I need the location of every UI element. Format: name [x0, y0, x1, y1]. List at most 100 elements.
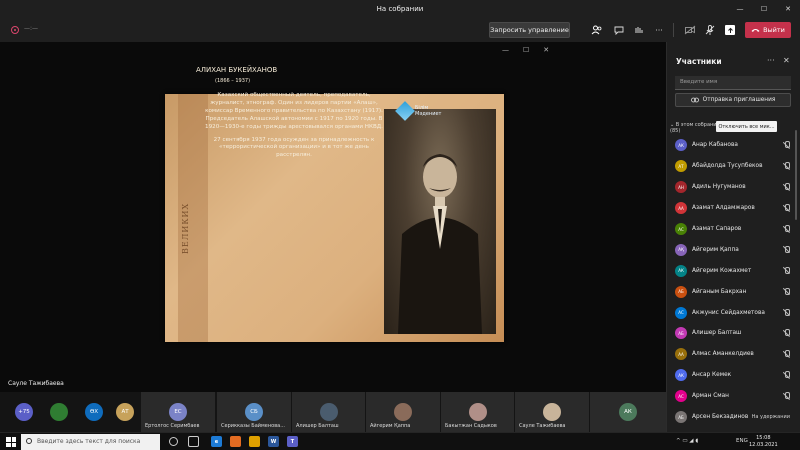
participant-name: Айганым Бакрхан — [692, 288, 747, 295]
stage-close-button[interactable]: ✕ — [543, 46, 549, 54]
participant-name: Акжунис Сейдахметова — [692, 309, 765, 316]
panel-more-icon[interactable]: ··· — [767, 56, 775, 65]
maximize-button[interactable]: ☐ — [752, 0, 776, 18]
gallery-tile[interactable]: ЕС Ертолгос Серимбаев — [141, 392, 215, 432]
participants-icon[interactable] — [590, 23, 604, 37]
task-view-icon[interactable] — [188, 436, 199, 447]
participant-name: Азамат Алдамжаров — [692, 205, 755, 212]
mic-off-icon — [782, 204, 790, 212]
meeting-timer: —:— — [24, 25, 39, 32]
taskbar-search-input[interactable]: Введите здесь текст для поиска — [21, 434, 160, 450]
mic-off-icon — [782, 329, 790, 337]
firefox-icon[interactable] — [230, 436, 241, 447]
link-icon — [690, 97, 699, 103]
gallery-tile[interactable]: АТ — [113, 392, 137, 432]
send-invite-button[interactable]: Отправка приглашения — [675, 93, 791, 107]
avatar: АБ — [675, 327, 687, 340]
edge-icon[interactable]: e — [211, 436, 222, 447]
avatar: АҚ — [675, 243, 687, 256]
avatar: АК — [675, 264, 687, 277]
close-window-button[interactable]: ✕ — [776, 0, 800, 18]
clock-date: 12.03.2021 — [749, 441, 778, 448]
participant-row[interactable]: АС Азамат Сапаров — [675, 219, 790, 240]
slide-years: (1866 – 1937) — [215, 78, 251, 84]
leave-button[interactable]: Выйти — [745, 22, 791, 38]
leave-button-label: Выйти — [763, 26, 785, 34]
windows-start-icon[interactable] — [6, 437, 16, 447]
mic-off-icon — [782, 350, 790, 358]
participant-row[interactable]: АА Азамат Алдамжаров — [675, 198, 790, 219]
more-actions-icon[interactable]: ··· — [652, 23, 666, 37]
minimize-button[interactable]: — — [728, 0, 752, 18]
participant-search-input[interactable]: Введите имя — [675, 76, 791, 90]
avatar: АБ — [675, 411, 687, 424]
gallery-tile[interactable]: Бакытжан Садыков — [441, 392, 514, 432]
participant-row[interactable]: АС Арман Сман — [675, 386, 790, 407]
tray-icons[interactable]: ^ ▭ ◢ ◖ — [676, 438, 698, 444]
panel-scrollbar[interactable] — [795, 130, 797, 220]
avatar: АТ — [675, 160, 687, 173]
reactions-icon[interactable] — [632, 23, 646, 37]
panel-close-icon[interactable]: ✕ — [783, 56, 790, 65]
mic-off-icon — [782, 162, 790, 170]
portrait-photo — [384, 109, 496, 334]
panel-title: Участники — [676, 57, 722, 66]
participant-row[interactable]: АТ Абайдолда Тусупбеков — [675, 156, 790, 177]
phone-hangup-icon — [751, 29, 760, 32]
participant-row[interactable]: АК Айгерим Кожахмет — [675, 260, 790, 281]
chat-icon[interactable] — [612, 23, 626, 37]
gallery-tile[interactable] — [44, 392, 74, 432]
gallery-name: Айгерим Қаппа — [370, 423, 411, 429]
word-icon[interactable]: W — [268, 436, 279, 447]
stage-minimize-button[interactable]: — — [502, 46, 509, 54]
participant-row[interactable]: АС Акжунис Сейдахметова — [675, 302, 790, 323]
gallery-tile[interactable]: +75 — [9, 392, 39, 432]
mic-off-icon — [782, 392, 790, 400]
participant-row[interactable]: АА Алмас Аманкелдиев — [675, 344, 790, 365]
avatar: АК — [675, 369, 687, 382]
participant-row[interactable]: АБ Айганым Бакрхан — [675, 281, 790, 302]
participant-name: Адиль Нугуманов — [692, 184, 746, 191]
in-meeting-section-header[interactable]: ⌄ В этом собрании (85) — [670, 122, 720, 134]
share-screen-icon[interactable] — [723, 23, 737, 37]
participant-row[interactable]: АҚ Айгерим Қаппа — [675, 239, 790, 260]
slide-title: АЛИХАН БУКЕЙХАНОВ — [196, 66, 278, 74]
participant-row[interactable]: АБ Алишер Балташ — [675, 323, 790, 344]
logo-mark-icon — [395, 101, 415, 121]
folder-icon[interactable] — [249, 436, 260, 447]
participant-row[interactable]: АК Анар Кабанова — [675, 135, 790, 156]
request-control-button[interactable]: Запросить управление — [489, 22, 570, 38]
participant-name: Айгерим Қаппа — [692, 246, 739, 253]
gallery-tile[interactable]: Сауле Тажибаева — [515, 392, 589, 432]
window-title: На собрании — [376, 5, 424, 13]
title-bar: На собрании — ☐ ✕ — [0, 0, 800, 18]
participant-name: Абайдолда Тусупбеков — [692, 163, 763, 170]
gallery-tile[interactable]: Алишер Балташ — [292, 392, 365, 432]
gallery-avatar: ӨХ — [85, 403, 103, 421]
mic-off-icon[interactable] — [703, 23, 717, 37]
participant-row[interactable]: АН Адиль Нугуманов — [675, 177, 790, 198]
mic-off-icon — [782, 183, 790, 191]
cortana-icon[interactable] — [169, 437, 178, 446]
participant-row[interactable]: АК Ансар Кемек — [675, 365, 790, 386]
clock[interactable]: 15:08 12.03.2021 — [749, 435, 778, 448]
participant-name: Ансар Кемек — [692, 372, 732, 379]
teams-icon[interactable]: T — [287, 436, 298, 447]
gallery-tile[interactable]: СБ Серикказы Байменова... — [217, 392, 291, 432]
language-indicator[interactable]: ENG — [736, 438, 748, 444]
gallery-avatar — [394, 403, 412, 421]
mic-off-icon — [782, 141, 790, 149]
slide-paragraph-1: Казахский общественный деятель, преподав… — [205, 92, 383, 130]
participant-row[interactable]: АБ Арсен Бекзадинов На удержании — [675, 407, 790, 428]
gallery-tile[interactable]: АК — [590, 392, 666, 432]
stage-maximize-button[interactable]: ☐ — [523, 46, 529, 54]
gallery-name: Бакытжан Садыков — [445, 423, 497, 429]
gallery-tile[interactable]: ӨХ — [79, 392, 109, 432]
taskbar-search-placeholder: Введите здесь текст для поиска — [37, 438, 141, 445]
gallery-avatar: СБ — [245, 403, 263, 421]
mute-all-tooltip[interactable]: Отключить все мик... — [716, 121, 777, 132]
participant-list: АК Анар Кабанова АТ Абайдолда Тусупбеков АН А… — [675, 135, 790, 427]
gallery-avatar — [468, 403, 487, 421]
gallery-tile[interactable]: Айгерим Қаппа — [366, 392, 440, 432]
camera-off-icon[interactable] — [683, 23, 697, 37]
